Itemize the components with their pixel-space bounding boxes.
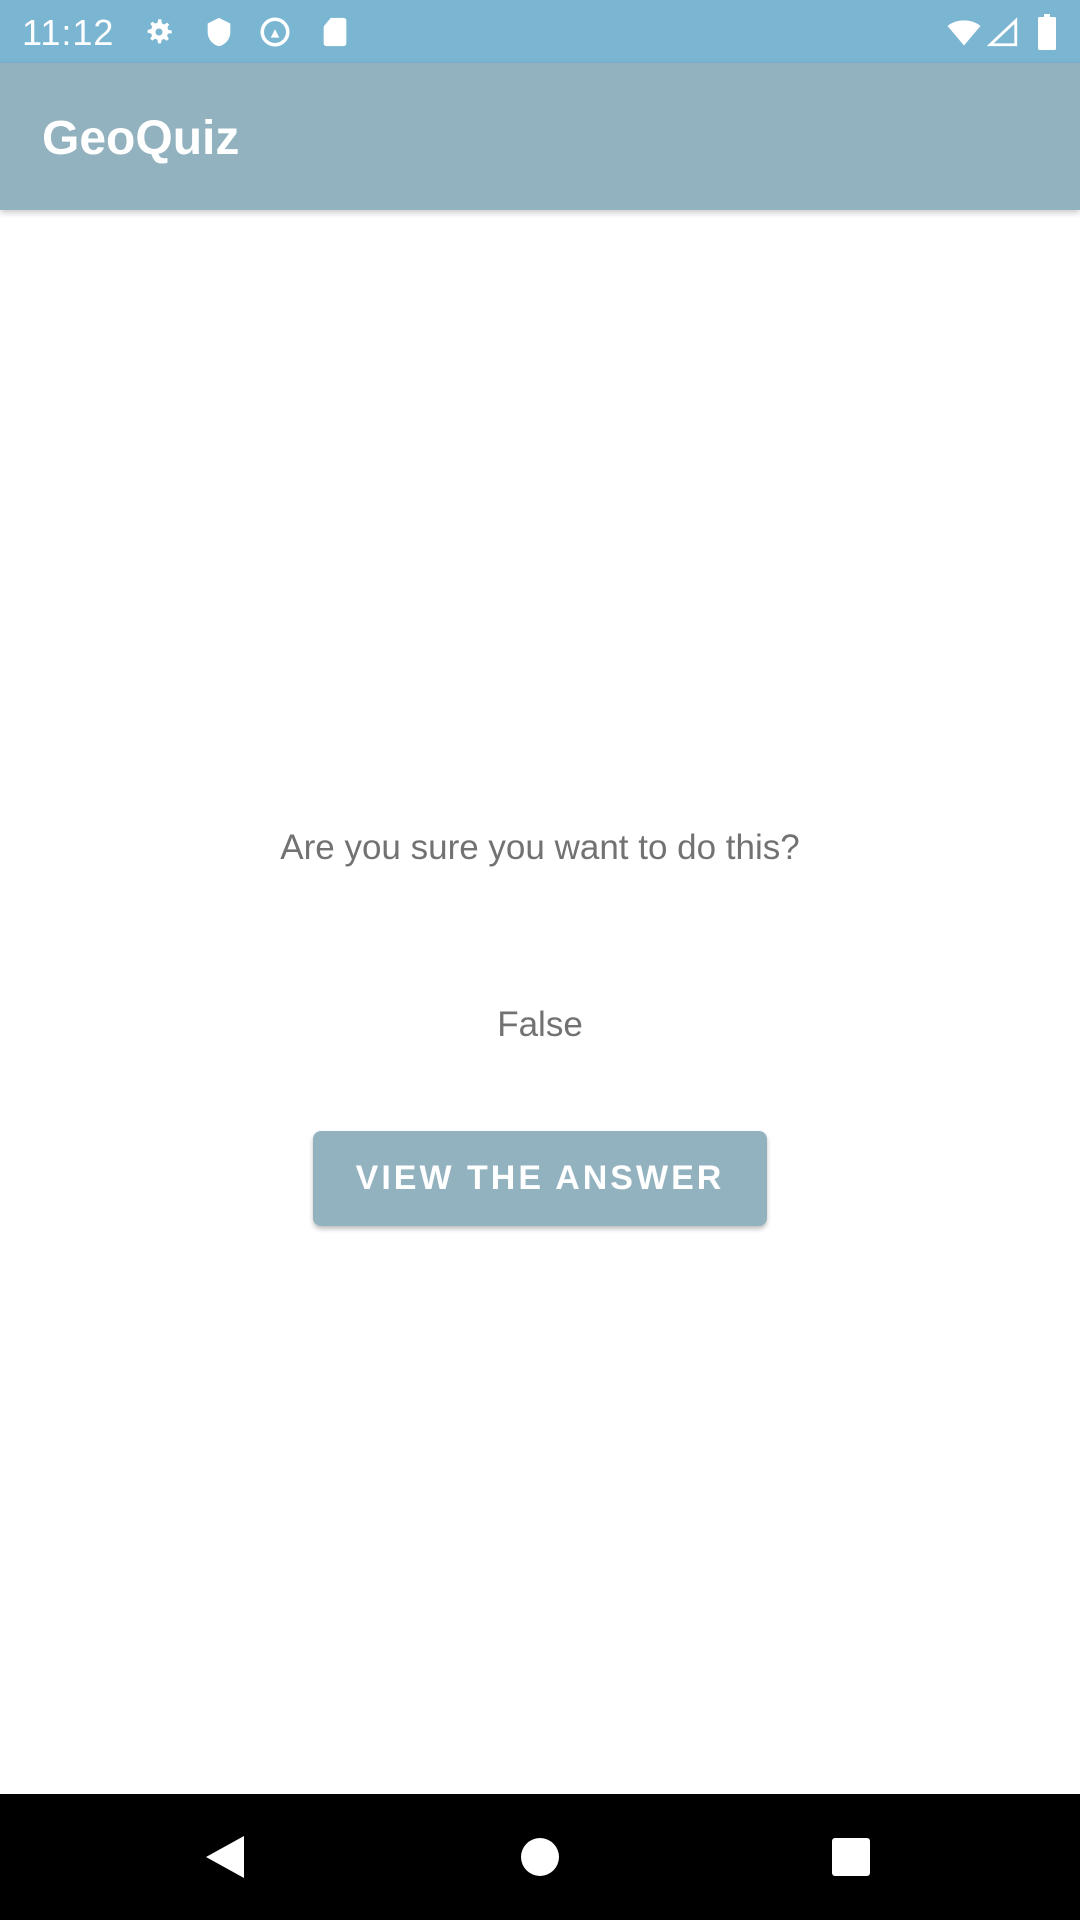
home-icon[interactable] xyxy=(520,1834,560,1880)
settings-icon xyxy=(147,19,172,44)
recents-icon[interactable] xyxy=(831,1834,871,1880)
signal-icon xyxy=(986,17,1018,47)
back-icon[interactable] xyxy=(204,1834,246,1880)
question-text: Are you sure you want to do this? xyxy=(280,828,800,867)
shield-icon xyxy=(207,17,231,47)
status-bar: 11:12 xyxy=(0,0,1080,63)
battery-icon xyxy=(1038,14,1056,50)
navigation-bar xyxy=(0,1794,1080,1920)
answer-text: False xyxy=(497,1005,583,1044)
status-time: 11:12 xyxy=(22,12,115,53)
sd-card-icon xyxy=(323,17,347,47)
wifi-icon xyxy=(947,20,981,46)
at-sync-icon xyxy=(260,17,290,47)
view-answer-button[interactable]: VIEW THE ANSWER xyxy=(313,1131,767,1226)
app-bar: GeoQuiz xyxy=(0,63,1080,210)
app-title: GeoQuiz xyxy=(42,112,240,165)
